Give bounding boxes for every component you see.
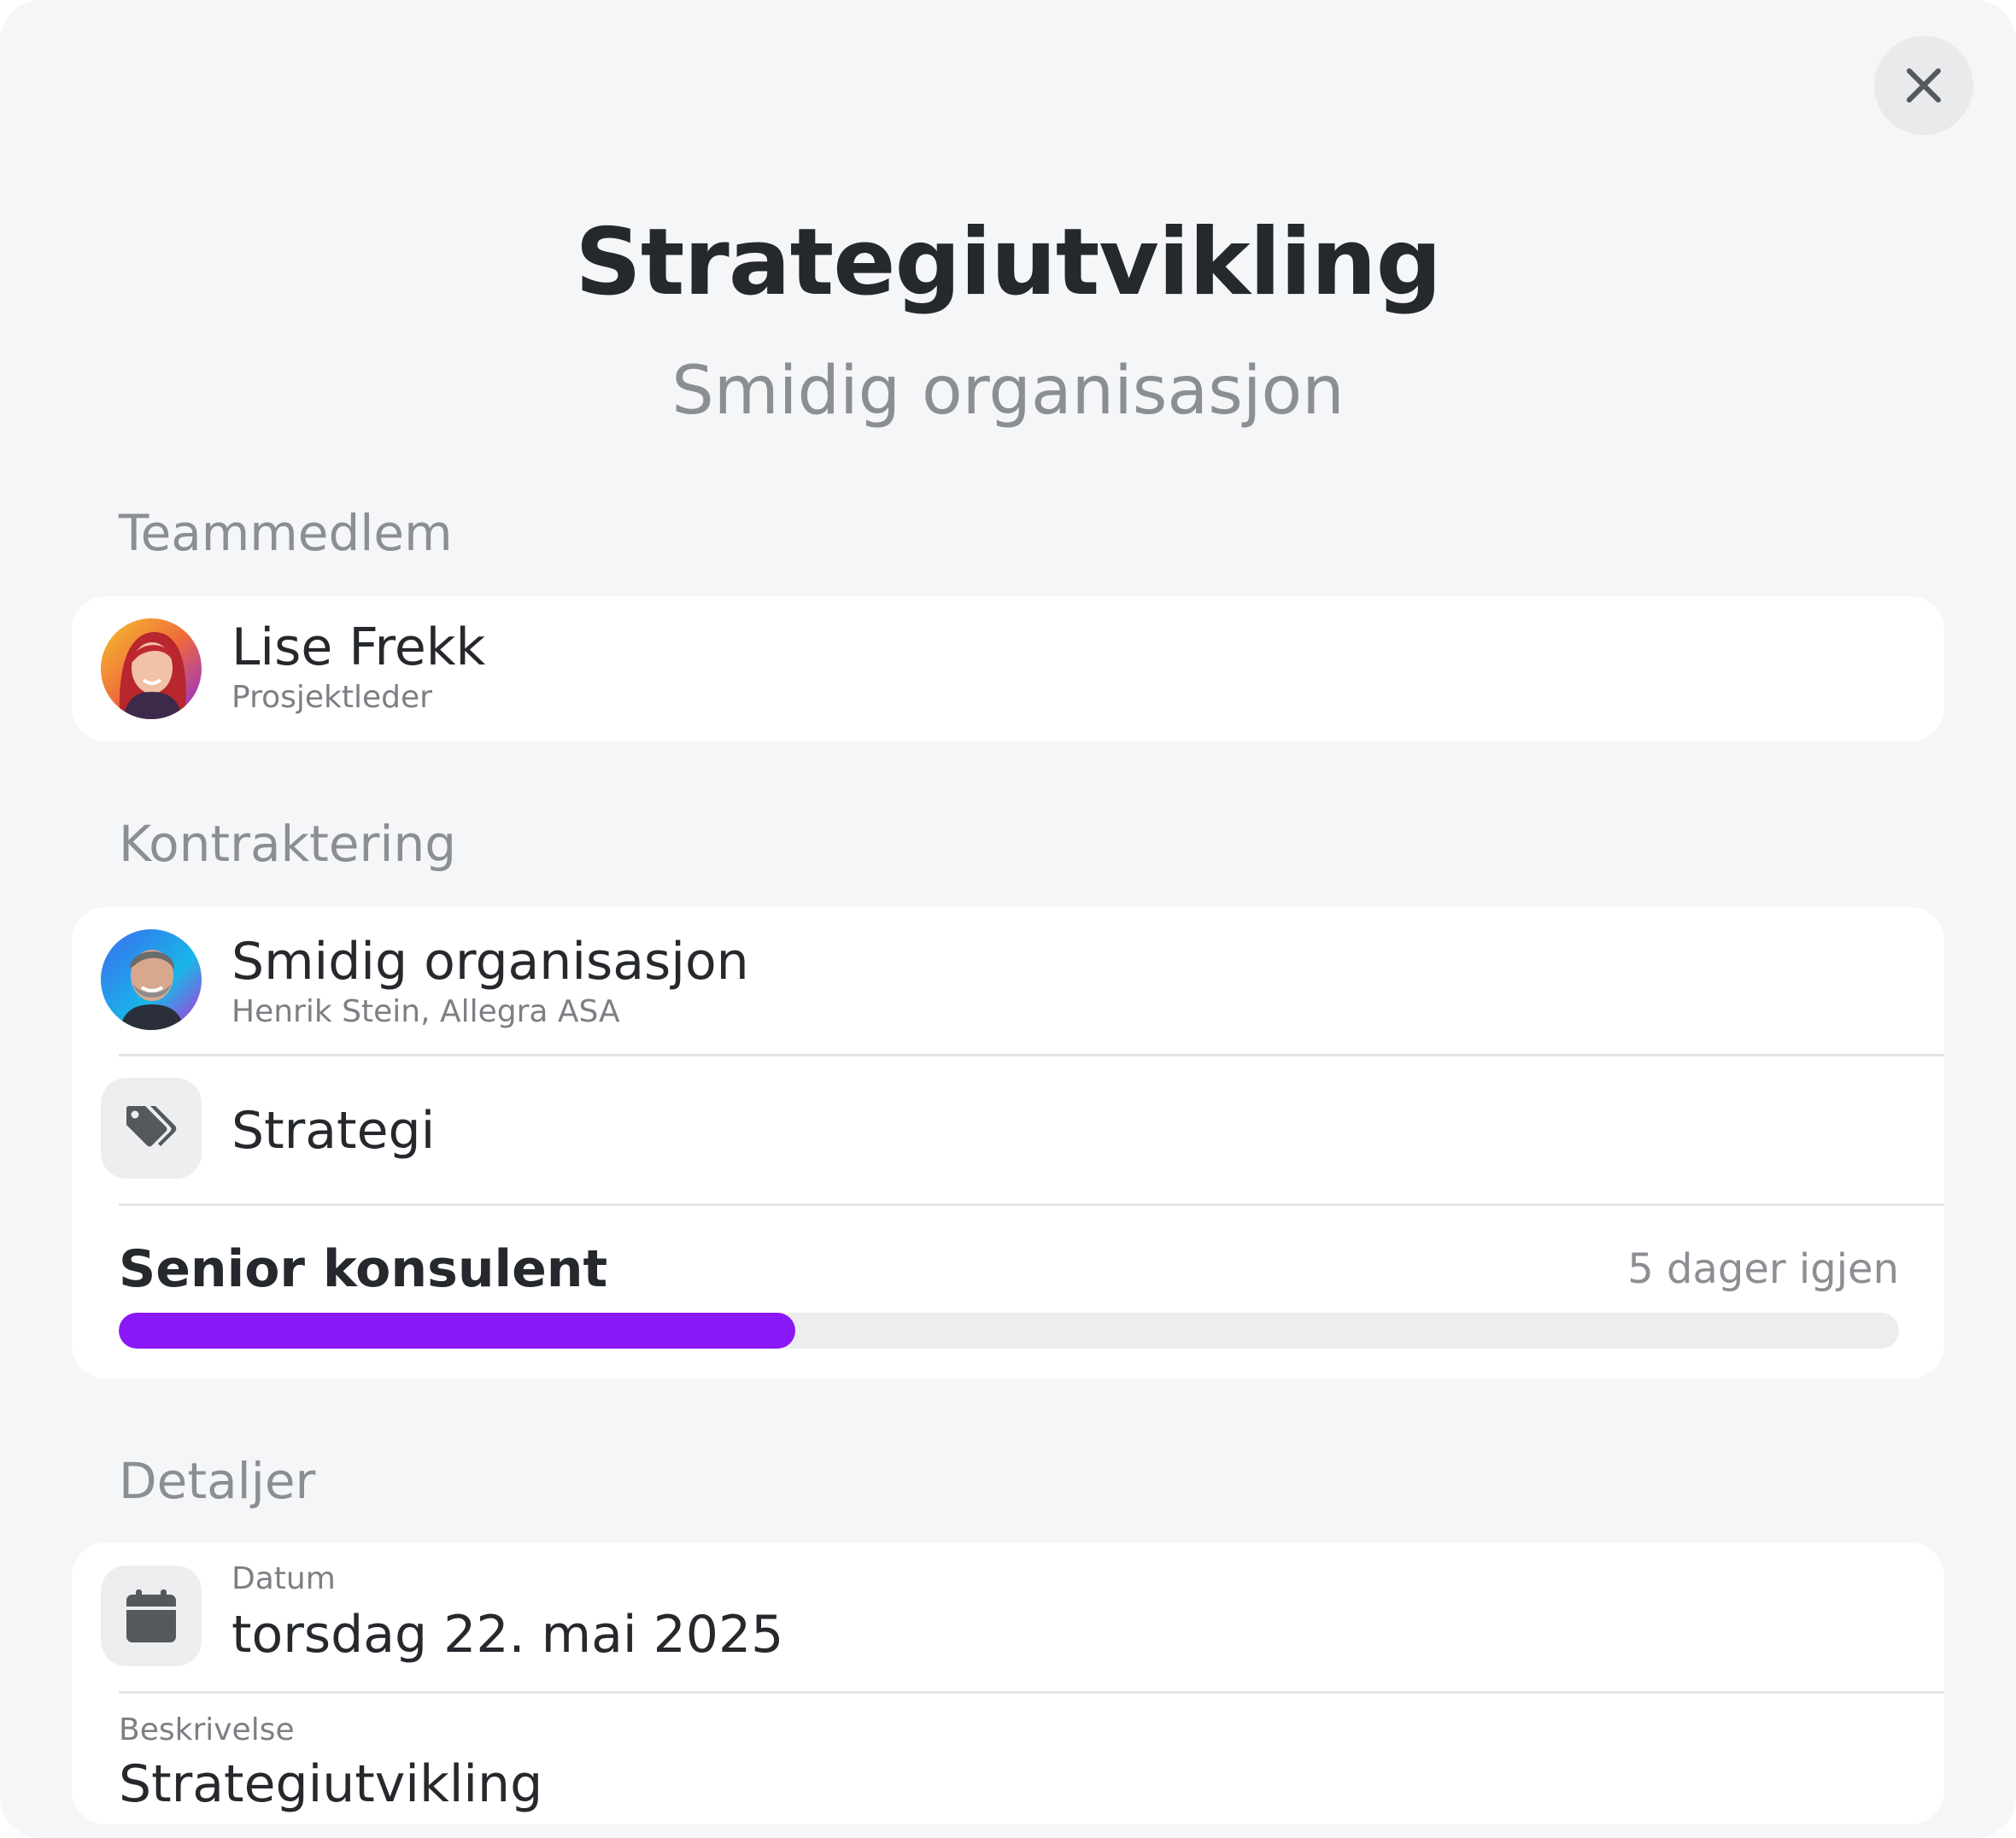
member-role: Prosjektleder [231,680,432,715]
avatar [101,929,202,1030]
page-title: Strategiutvikling [575,209,1442,316]
avatar [101,618,202,719]
section-label-details: Detaljer [119,1452,316,1510]
client-row[interactable]: Smidig organisasjon Henrik Stein, Allegr… [72,907,1944,1056]
role-title: Senior konsulent [119,1239,608,1299]
close-button[interactable] [1874,36,1973,135]
task-detail-modal: Strategiutvikling Smidig organisasjon Te… [0,0,2016,1838]
date-row[interactable]: Datum torsdag 22. mai 2025 [72,1542,1944,1693]
section-label-contract: Kontraktering [119,815,457,873]
description-label: Beskrivelse [119,1712,295,1747]
date-label: Datum [231,1561,336,1596]
category-label: Strategi [231,1101,436,1161]
date-value: torsdag 22. mai 2025 [231,1605,784,1665]
progress-fill [119,1313,795,1349]
calendar-icon [126,1589,176,1642]
description-row: Beskrivelse Strategiutvikling [72,1694,1944,1824]
progress-bar [119,1313,1899,1349]
section-label-team: Teammedlem [119,504,453,562]
date-icon-tile [101,1566,202,1666]
member-name: Lise Frekk [231,618,486,677]
team-member-card[interactable]: Lise Frekk Prosjektleder [72,596,1944,741]
role-progress-row: Senior konsulent 5 dager igjen [72,1206,1944,1378]
category-icon-tile [101,1078,202,1179]
close-icon [1907,68,1941,102]
client-contact: Henrik Stein, Allegra ASA [231,994,620,1029]
category-row[interactable]: Strategi [72,1057,1944,1205]
description-value: Strategiutvikling [119,1754,543,1814]
details-card: Datum torsdag 22. mai 2025 Beskrivelse S… [72,1542,1944,1824]
remaining-days: 5 dager igjen [1627,1245,1899,1293]
page-subtitle: Smidig organisasjon [671,353,1345,430]
tag-icon [126,1106,177,1147]
contract-card: Smidig organisasjon Henrik Stein, Allegr… [72,907,1944,1378]
client-name: Smidig organisasjon [231,932,749,992]
